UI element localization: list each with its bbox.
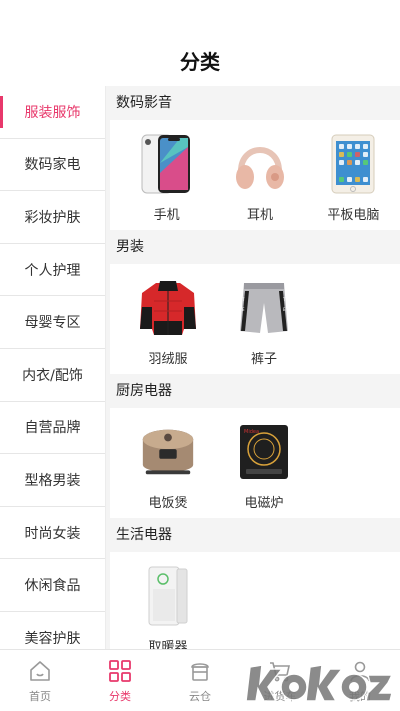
product-name: 取暖器 bbox=[148, 640, 188, 649]
grid-icon bbox=[107, 658, 133, 684]
product-induction-cooker[interactable]: Midea 电磁炉 bbox=[216, 420, 312, 518]
product-name: 电磁炉 bbox=[244, 496, 284, 511]
sidebar-item-label: 内衣/配饰 bbox=[22, 367, 83, 384]
tab-label: 首页 bbox=[29, 690, 51, 703]
section-title: 生活电器 bbox=[116, 527, 172, 543]
tab-label: 分类 bbox=[109, 690, 131, 703]
product-card-group: 电饭煲 Midea 电磁炉 bbox=[110, 408, 400, 518]
sidebar-item-label: 彩妆护肤 bbox=[24, 209, 81, 226]
sidebar-item-label: 自营品牌 bbox=[24, 420, 81, 437]
svg-text:Midea: Midea bbox=[244, 429, 259, 435]
page-header: 分类 bbox=[0, 0, 400, 86]
tab-cloud-store[interactable]: 云仓 bbox=[160, 650, 240, 711]
sidebar-item-label: 服装服饰 bbox=[24, 104, 81, 121]
product-card-group: 羽绒服 TETE 裤子 bbox=[110, 264, 400, 374]
product-name: 裤子 bbox=[250, 352, 277, 367]
page-title: 分类 bbox=[180, 50, 220, 74]
product-phone[interactable]: 手机 bbox=[120, 132, 213, 230]
product-name: 平板电脑 bbox=[327, 208, 380, 223]
product-down-jacket[interactable]: 羽绒服 bbox=[120, 276, 216, 374]
section-title: 男装 bbox=[116, 239, 144, 255]
induction-cooker-image: Midea bbox=[234, 420, 294, 484]
sidebar-item-label: 美容护肤 bbox=[24, 630, 81, 647]
rice-cooker-image bbox=[138, 420, 198, 484]
sidebar-item-label: 个人护理 bbox=[24, 262, 81, 279]
sidebar-item-beauty[interactable]: 美容护肤 bbox=[0, 612, 105, 649]
product-tablet[interactable]: 平板电脑 bbox=[307, 132, 400, 230]
category-sidebar: 服装服饰 数码家电 彩妆护肤 个人护理 母婴专区 内衣/配饰 自营品牌 型格男装… bbox=[0, 86, 106, 649]
down-jacket-image bbox=[138, 276, 198, 340]
product-pants[interactable]: TETE 裤子 bbox=[216, 276, 312, 374]
product-name: 手机 bbox=[153, 208, 180, 223]
sidebar-item-label: 型格男装 bbox=[24, 472, 81, 489]
sidebar-item-underwear[interactable]: 内衣/配饰 bbox=[0, 349, 105, 402]
cloud-store-icon bbox=[187, 658, 213, 684]
tab-home[interactable]: 首页 bbox=[0, 650, 80, 711]
headphones-image bbox=[230, 132, 290, 196]
iphone-x-image bbox=[137, 132, 197, 196]
product-panel: 数码影音 手机 耳机 平板电脑 男装 羽绒服 T E T E 裤子 厨房电器 电… bbox=[110, 86, 400, 649]
sidebar-item-menswear[interactable]: 型格男装 bbox=[0, 454, 105, 507]
air-purifier-image bbox=[138, 564, 198, 628]
product-card-group: 取暖器 bbox=[110, 552, 400, 649]
product-card-group: 手机 耳机 平板电脑 bbox=[110, 120, 400, 230]
ipad-image bbox=[323, 132, 383, 196]
product-heater[interactable]: 取暖器 bbox=[120, 564, 216, 649]
sidebar-item-label: 数码家电 bbox=[24, 157, 81, 174]
sidebar-item-snacks[interactable]: 休闲食品 bbox=[0, 559, 105, 612]
sidebar-item-womenswear[interactable]: 时尚女装 bbox=[0, 507, 105, 560]
svg-text:T: T bbox=[241, 297, 245, 302]
content-area: 服装服饰 数码家电 彩妆护肤 个人护理 母婴专区 内衣/配饰 自营品牌 型格男装… bbox=[0, 86, 400, 649]
sidebar-item-label: 母婴专区 bbox=[24, 315, 81, 332]
sidebar-item-clothing[interactable]: 服装服饰 bbox=[0, 86, 105, 139]
product-rice-cooker[interactable]: 电饭煲 bbox=[120, 420, 216, 518]
tab-category[interactable]: 分类 bbox=[80, 650, 160, 711]
section-title: 厨房电器 bbox=[116, 383, 172, 399]
sidebar-item-label: 时尚女装 bbox=[24, 525, 81, 542]
sidebar-item-baby[interactable]: 母婴专区 bbox=[0, 296, 105, 349]
section-title: 数码影音 bbox=[116, 95, 172, 111]
watermark-logo bbox=[244, 657, 394, 707]
tab-label: 云仓 bbox=[189, 690, 211, 703]
svg-text:T: T bbox=[282, 297, 286, 302]
home-icon bbox=[27, 658, 53, 684]
shorts-image: TETE bbox=[234, 276, 294, 340]
sidebar-item-own-brand[interactable]: 自营品牌 bbox=[0, 402, 105, 455]
sidebar-item-makeup[interactable]: 彩妆护肤 bbox=[0, 191, 105, 244]
sidebar-item-personal-care[interactable]: 个人护理 bbox=[0, 244, 105, 297]
product-headphones[interactable]: 耳机 bbox=[213, 132, 306, 230]
product-name: 电饭煲 bbox=[148, 496, 188, 511]
product-name: 羽绒服 bbox=[148, 352, 188, 367]
sidebar-item-label: 休闲食品 bbox=[24, 578, 81, 595]
sidebar-item-digital[interactable]: 数码家电 bbox=[0, 139, 105, 192]
product-name: 耳机 bbox=[246, 208, 273, 223]
